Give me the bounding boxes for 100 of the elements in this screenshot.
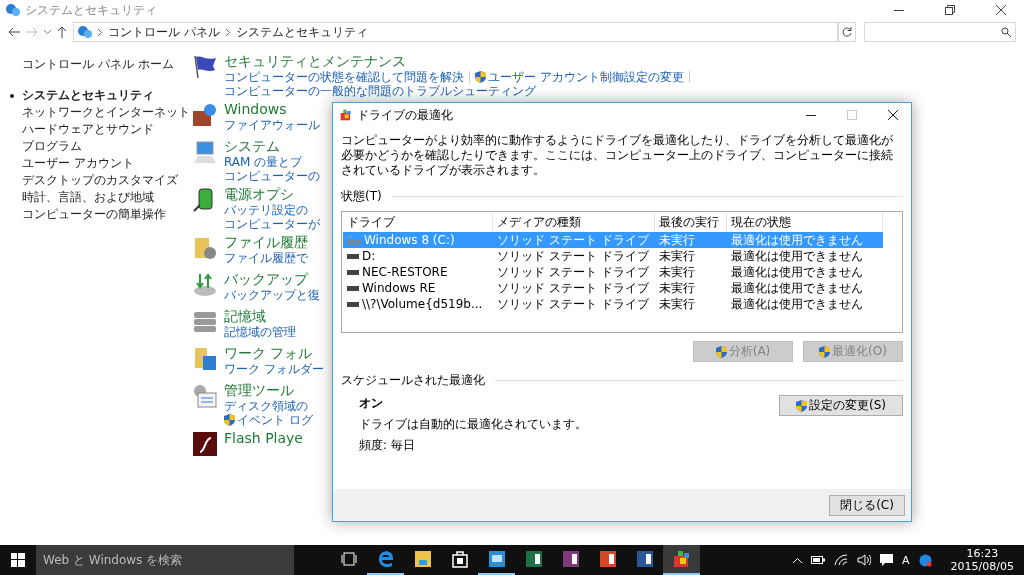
sidebar-item[interactable]: コンピューターの簡単操作 bbox=[8, 206, 166, 223]
description-text: コンピューターがより効率的に動作するようにドライブを最適化したり、ドライブを分析して最適化が必要かどうかを確認したりできます。ここには、コンピューター上のドライブ、コンピューターに接続されているドライブが表示されます。 bbox=[341, 133, 894, 178]
folder-cube-icon bbox=[192, 346, 218, 372]
flash-f-icon bbox=[192, 431, 218, 457]
taskbar-search-field[interactable]: Web と Windows を検索 bbox=[36, 545, 294, 575]
schedule-frequency: 頻度: 毎日 bbox=[359, 437, 416, 454]
speaker-icon[interactable] bbox=[857, 554, 872, 566]
drive-icon bbox=[347, 285, 359, 291]
recent-caret-icon[interactable] bbox=[44, 30, 51, 34]
spreadsheet-app-icon bbox=[524, 550, 543, 568]
schedule-state: オン bbox=[359, 395, 384, 412]
category-link[interactable]: コンピューターの状態を確認して問題を解決 bbox=[224, 70, 464, 84]
table-cell-text: 未実行 bbox=[658, 248, 696, 264]
table-cell-text: ソリッド ステート ドライブ bbox=[496, 280, 650, 296]
drive-icon bbox=[347, 301, 359, 307]
table-cell-text: 未実行 bbox=[658, 280, 696, 296]
table-cell-text: 最適化は使用できません bbox=[730, 264, 864, 280]
wifi-icon[interactable] bbox=[834, 554, 849, 566]
battery-icon[interactable] bbox=[811, 556, 826, 564]
category-link[interactable]: RAM の量とプ bbox=[224, 155, 303, 169]
chevron-up-icon[interactable] bbox=[793, 557, 803, 563]
sidebar-link[interactable]: コントロール パネル ホーム bbox=[22, 56, 174, 73]
category-link[interactable]: コンピューターの一般的な問題のトラブルシューティング bbox=[224, 84, 536, 98]
category-link[interactable]: ファイル履歴で bbox=[224, 251, 308, 265]
sidebar-item[interactable]: ユーザー アカウント bbox=[8, 155, 134, 172]
close-dialog-button[interactable]: 閉じる(C) bbox=[829, 494, 905, 516]
system-drive-icon bbox=[347, 235, 361, 245]
table-cell-text: ソリッド ステート ドライブ bbox=[496, 296, 650, 312]
circle-app-icon[interactable] bbox=[918, 553, 932, 567]
breadcrumb-item[interactable]: システムとセキュリティ bbox=[235, 23, 368, 41]
drive-icon bbox=[347, 269, 359, 275]
category-title[interactable]: ワーク フォル bbox=[224, 344, 324, 362]
sidebar-item[interactable]: ハードウェアとサウンド bbox=[8, 121, 154, 138]
defrag-app-icon bbox=[340, 109, 352, 121]
control-panel-icon bbox=[6, 3, 20, 17]
back-arrow-icon[interactable] bbox=[8, 27, 20, 37]
category-title[interactable]: Windows bbox=[224, 100, 320, 118]
category-title[interactable]: システム bbox=[224, 137, 320, 155]
search-field[interactable] bbox=[864, 22, 1016, 42]
notification-icon[interactable] bbox=[880, 554, 894, 566]
shield-icon bbox=[715, 345, 727, 358]
sidebar-item[interactable]: プログラム bbox=[8, 138, 82, 155]
category-title[interactable]: 電源オプシ bbox=[224, 185, 320, 203]
shield-icon bbox=[475, 71, 486, 83]
taskbar-app[interactable] bbox=[663, 545, 700, 575]
category-link[interactable]: ユーザー アカウント制御設定の変更 bbox=[475, 70, 684, 84]
category-link[interactable]: コンピューターが bbox=[224, 217, 320, 231]
sidebar-item[interactable]: デスクトップのカスタマイズ bbox=[8, 172, 178, 189]
category-title[interactable]: セキュリティとメンテナンス bbox=[224, 52, 690, 70]
up-arrow-icon[interactable] bbox=[57, 26, 67, 38]
table-cell-text: ソリッド ステート ドライブ bbox=[496, 248, 650, 264]
drive-cell[interactable]: \\?\Volume{d519b... bbox=[343, 296, 493, 312]
window-title: システムとセキュリティ bbox=[25, 1, 158, 19]
presentation-app-icon bbox=[598, 550, 617, 568]
task-view-icon bbox=[340, 552, 357, 566]
group-label: 状態(T) bbox=[341, 188, 382, 205]
drive-cell[interactable]: NEC-RESTORE bbox=[343, 264, 493, 280]
close-icon bbox=[888, 110, 898, 120]
clock[interactable]: 16:23 2015/08/05 bbox=[950, 547, 1014, 573]
folder-icon bbox=[413, 550, 432, 568]
shield-icon bbox=[224, 414, 235, 426]
sidebar-item[interactable]: 時計、言語、および地域 bbox=[8, 189, 154, 206]
category-link[interactable]: バックアップと復 bbox=[224, 288, 320, 302]
category-link[interactable]: イベント ログ bbox=[224, 413, 313, 427]
clock-date: 2015/08/05 bbox=[950, 560, 1014, 573]
category-link[interactable]: ファイアウォール bbox=[224, 118, 320, 132]
remote-desktop-icon bbox=[487, 550, 506, 568]
sidebar-item[interactable]: システムとセキュリティ bbox=[8, 87, 154, 104]
drive-icon bbox=[347, 253, 359, 259]
change-settings-button[interactable]: 設定の変更(S) bbox=[779, 395, 903, 416]
defrag-app-icon bbox=[672, 550, 691, 568]
category-link[interactable]: コンピューターの bbox=[224, 169, 320, 183]
category-title[interactable]: Flash Playe bbox=[224, 429, 303, 447]
minimize-icon bbox=[806, 114, 816, 116]
search-icon bbox=[1001, 27, 1011, 37]
category-link[interactable]: 記憶域の管理 bbox=[224, 325, 296, 339]
notebook-app-icon bbox=[561, 550, 580, 568]
refresh-icon bbox=[842, 27, 852, 37]
drive-cell[interactable]: D: bbox=[343, 248, 493, 264]
table-cell: 最適化は使用できません bbox=[727, 232, 883, 248]
chevron-icon bbox=[98, 28, 102, 36]
group-label: スケジュールされた最適化 bbox=[341, 372, 485, 389]
category-title[interactable]: バックアップ bbox=[224, 270, 320, 288]
sidebar-item[interactable]: ネットワークとインターネット bbox=[8, 104, 190, 121]
category-title[interactable]: 管理ツール bbox=[224, 381, 313, 399]
ime-indicator[interactable]: A bbox=[902, 553, 910, 567]
category-link[interactable]: ワーク フォルダー bbox=[224, 362, 324, 376]
table-cell-text: 最適化は使用できません bbox=[730, 280, 864, 296]
flag-icon bbox=[192, 54, 218, 80]
address-bar[interactable]: コントロール パネル システムとセキュリティ bbox=[73, 22, 838, 42]
refresh-button[interactable] bbox=[838, 22, 856, 42]
shield-icon bbox=[819, 345, 831, 358]
table-cell: ソリッド ステート ドライブ bbox=[493, 232, 655, 248]
category-title[interactable]: ファイル履歴 bbox=[224, 233, 308, 251]
drive-cell[interactable]: Windows RE bbox=[343, 280, 493, 296]
category-title[interactable]: 記憶域 bbox=[224, 307, 296, 325]
breadcrumb-item[interactable]: コントロール パネル bbox=[108, 23, 220, 41]
category-link[interactable]: バッテリ設定の bbox=[224, 203, 308, 217]
category-link[interactable]: ディスク領域の bbox=[224, 399, 308, 413]
control-panel-icon bbox=[78, 25, 92, 39]
